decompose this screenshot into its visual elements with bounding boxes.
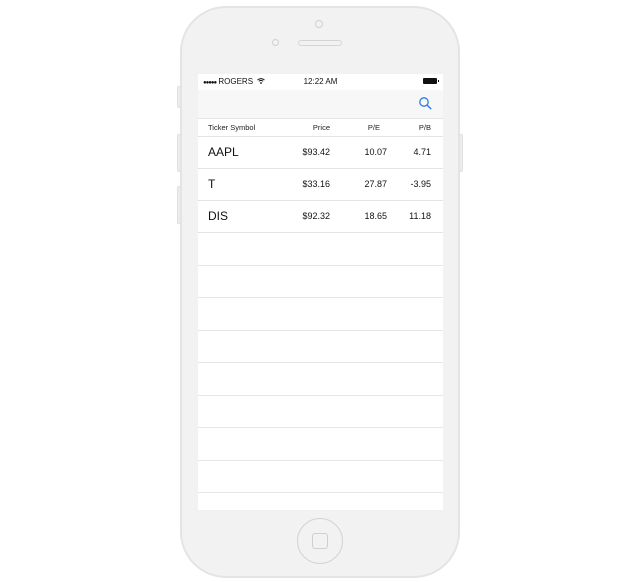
header-pb: P/B: [418, 123, 431, 132]
home-button-square: [312, 533, 328, 549]
proximity-sensor: [272, 39, 279, 46]
row-price: $92.32: [302, 211, 330, 221]
table-row[interactable]: AAPL $93.42 10.07 4.71: [198, 137, 443, 169]
navigation-bar: [198, 90, 443, 119]
header-price: Price: [312, 123, 330, 132]
row-pe: 10.07: [364, 147, 387, 157]
table-row[interactable]: T $33.16 27.87 -3.95: [198, 169, 443, 201]
row-price: $33.16: [302, 179, 330, 189]
empty-table-row: [198, 396, 443, 428]
table-row[interactable]: DIS $92.32 18.65 11.18: [198, 201, 443, 233]
row-pe: 27.87: [364, 179, 387, 189]
header-pe: P/E: [367, 123, 380, 132]
battery-icon: [423, 78, 439, 84]
row-ticker: DIS: [208, 209, 229, 223]
row-pb: -3.95: [410, 179, 431, 189]
empty-table-row: [198, 428, 443, 461]
phone-screen: ●●●●● ROGERS 12:22 AM Ticker Symbol Pric…: [198, 74, 443, 510]
row-pb: 4.71: [413, 147, 431, 157]
row-pe: 18.65: [364, 211, 387, 221]
search-icon[interactable]: [418, 96, 432, 110]
earpiece-speaker: [298, 40, 342, 46]
header-ticker-symbol: Ticker Symbol: [208, 123, 256, 132]
row-ticker: AAPL: [208, 145, 239, 159]
status-time: 12:22 AM: [303, 77, 338, 86]
row-price: $93.42: [302, 147, 330, 157]
row-pb: 11.18: [409, 211, 431, 221]
status-bar: ●●●●● ROGERS 12:22 AM: [198, 74, 443, 90]
empty-table-row: [198, 493, 443, 510]
empty-table-row: [198, 233, 443, 266]
stock-list: AAPL $93.42 10.07 4.71 T $33.16 27.87 -3…: [198, 137, 443, 510]
row-ticker: T: [208, 177, 216, 191]
empty-table-row: [198, 298, 443, 331]
empty-table-row: [198, 363, 443, 396]
empty-table-row: [198, 331, 443, 363]
table-header: Ticker Symbol Price P/E P/B: [198, 119, 443, 137]
empty-table-row: [198, 266, 443, 298]
empty-table-row: [198, 461, 443, 493]
home-button[interactable]: [297, 518, 343, 564]
front-camera: [315, 20, 323, 28]
